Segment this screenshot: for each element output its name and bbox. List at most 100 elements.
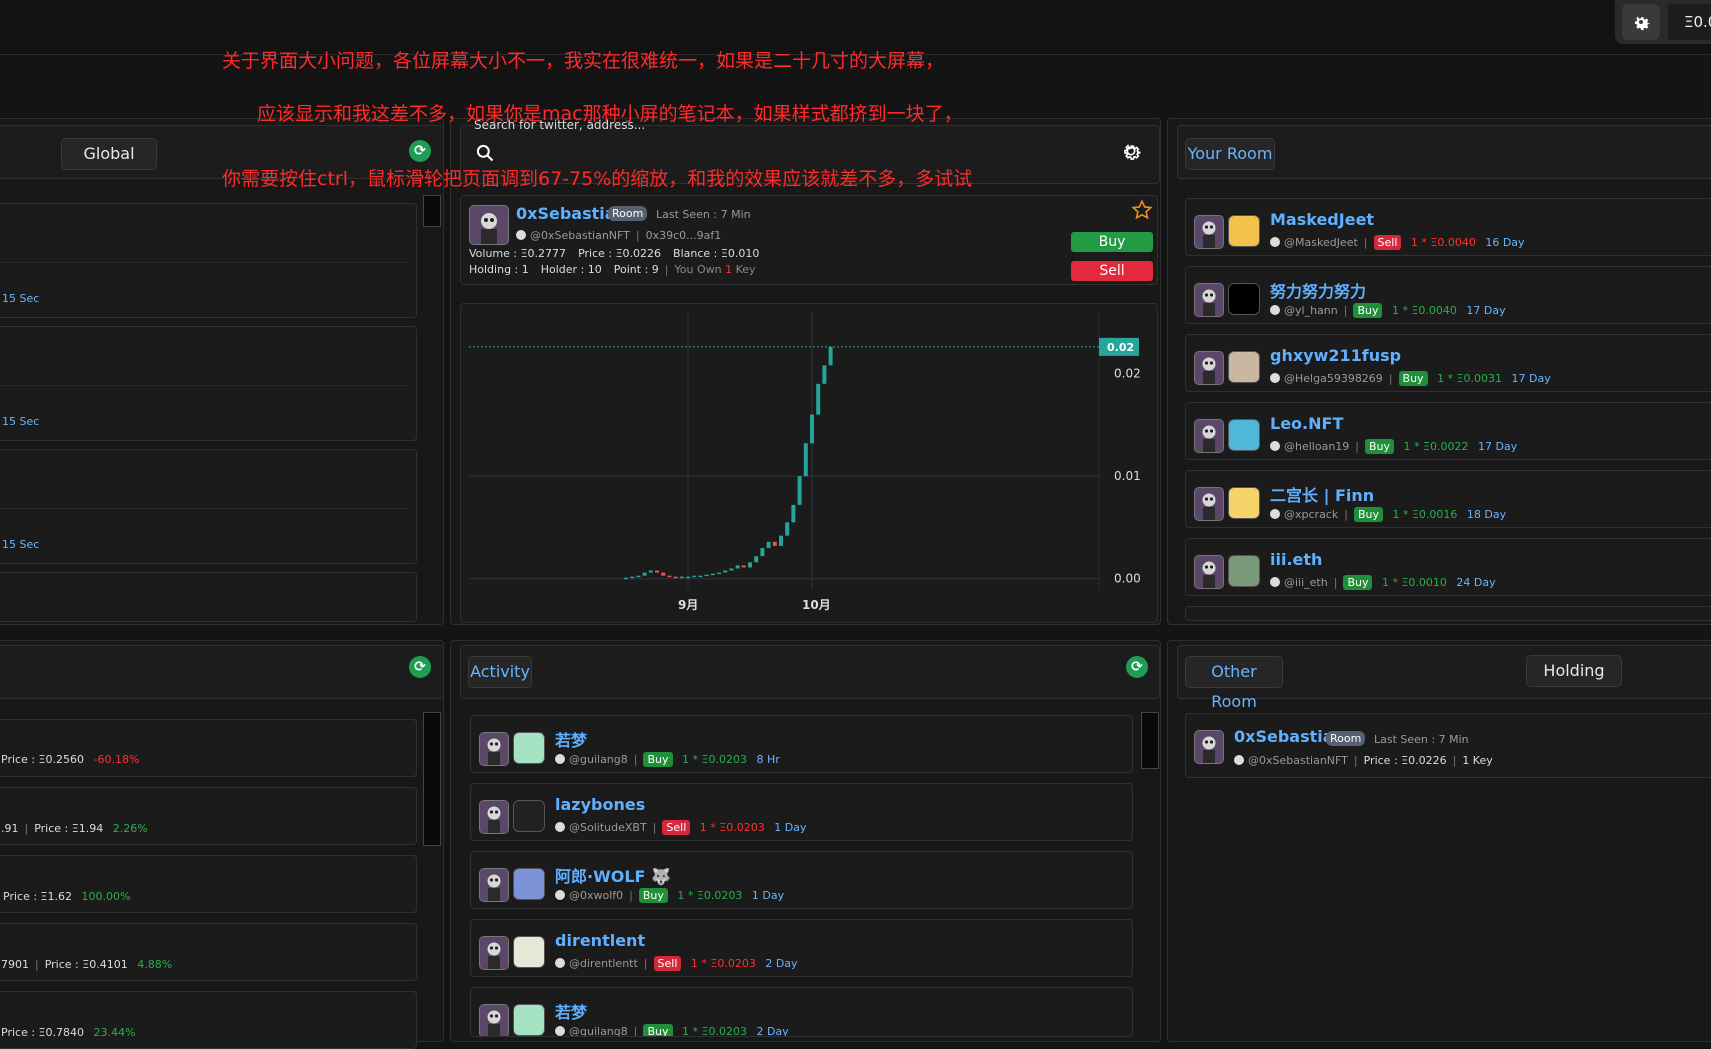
trade-side-badge: Buy xyxy=(643,752,673,767)
refresh-icon[interactable]: ⟳ xyxy=(409,140,431,162)
room-badge: Room xyxy=(1326,731,1366,746)
search-settings-button[interactable] xyxy=(1120,140,1142,166)
list-item[interactable]: 阿郎·WOLF 🐺 @0xwolf0 | Buy 1 * Ξ0.0203 1 Day xyxy=(470,851,1133,909)
user-name[interactable]: 二宫长 | Finn xyxy=(1270,482,1374,506)
list-item[interactable] xyxy=(0,326,417,441)
divider xyxy=(0,262,408,263)
user-name[interactable]: 努力努力努力 xyxy=(1270,278,1366,302)
candle xyxy=(648,570,653,573)
avatar xyxy=(1194,215,1224,249)
row-change: 4.88% xyxy=(137,958,173,971)
list-item[interactable]: 若梦 @guilang8 | Buy 1 * Ξ0.0203 8 Hr xyxy=(470,715,1133,773)
list-item[interactable]: .91 | Price : Ξ1.94 2.26% xyxy=(0,787,417,845)
center-bottom-panel xyxy=(450,640,1161,1042)
list-item[interactable]: bronzehand | xyxy=(1185,606,1711,621)
trade-side-badge: Buy xyxy=(643,1024,673,1036)
user-name[interactable]: 若梦 xyxy=(555,999,587,1023)
candle xyxy=(661,572,666,576)
candle xyxy=(679,576,684,579)
tab-global[interactable]: Global xyxy=(61,138,157,170)
scrollbar[interactable] xyxy=(423,712,441,846)
list-item[interactable]: Price : Ξ0.2560 -60.18% xyxy=(0,719,417,777)
y-tick-label: 0.00 xyxy=(1114,572,1141,586)
candle xyxy=(723,570,728,573)
profile-holding: Holding : 1 xyxy=(469,263,529,276)
user-handle: @0xwolf0 xyxy=(569,889,624,902)
profile-handle[interactable]: @0xSebastianNFT xyxy=(530,229,630,242)
trade-amount: 1 * Ξ0.0203 xyxy=(690,957,756,970)
list-item[interactable]: 二宫长 | Finn @xpcrack | Buy 1 * Ξ0.0016 18 D… xyxy=(1185,470,1711,528)
user-name[interactable]: MaskedJeet xyxy=(1270,210,1374,229)
user-avatar xyxy=(1228,555,1260,587)
candle xyxy=(748,562,752,568)
twitter-icon xyxy=(555,822,565,832)
room-badge: Room xyxy=(608,206,648,221)
scrollbar[interactable] xyxy=(1141,712,1159,769)
list-item[interactable]: Price : Ξ1.62 100.00% xyxy=(0,855,417,913)
row-change: 23.44% xyxy=(93,1026,136,1039)
user-handle: @direntlentt xyxy=(569,957,638,970)
twitter-icon xyxy=(555,890,565,900)
notice-line-2: 应该显示和我这差不多，如果你是mac那种小屏的笔记本，如果样式都挤到一块了， xyxy=(257,103,963,125)
candle xyxy=(828,346,833,366)
refresh-icon[interactable]: ⟳ xyxy=(1126,656,1148,678)
user-name[interactable]: 若梦 xyxy=(555,727,587,751)
scrollbar[interactable] xyxy=(423,195,441,227)
user-avatar xyxy=(1228,283,1260,315)
user-name[interactable]: iii.eth xyxy=(1270,550,1322,569)
avatar xyxy=(479,732,509,766)
user-avatar xyxy=(513,1004,545,1036)
trade-side-badge: Sell xyxy=(662,820,691,835)
list-item[interactable] xyxy=(0,572,417,622)
tab-other-room[interactable]: Other Room xyxy=(1185,656,1283,711)
divider xyxy=(0,385,408,386)
user-handle: @guilang8 xyxy=(569,753,628,766)
row-change: 2.26% xyxy=(112,822,148,835)
settings-button[interactable] xyxy=(1622,4,1660,40)
tab-your-room[interactable]: Your Room xyxy=(1185,138,1275,170)
you-own-label: You Own xyxy=(674,263,722,276)
buy-button[interactable]: Buy xyxy=(1071,232,1153,252)
list-item[interactable]: 若梦 @guilang8 | Buy 1 * Ξ0.0203 2 Day xyxy=(470,987,1133,1037)
list-item[interactable]: lazybones @SolitudeXBT | Sell 1 * Ξ0.0203 … xyxy=(470,783,1133,841)
trade-side-badge: Buy xyxy=(1365,439,1395,454)
list-item[interactable]: Price : Ξ0.7840 23.44% xyxy=(0,991,417,1049)
user-handle: @iii_eth xyxy=(1284,576,1328,589)
list-item[interactable]: MaskedJeet @MaskedJeet | Sell 1 * Ξ0.0040 … xyxy=(1185,198,1711,256)
trade-amount: 1 * Ξ0.0031 xyxy=(1437,372,1502,385)
user-name[interactable]: Leo.NFT xyxy=(1270,414,1343,433)
list-item[interactable]: 努力努力努力 @yl_hann | Buy 1 * Ξ0.0040 17 Day xyxy=(1185,266,1711,324)
list-item[interactable]: Leo.NFT @helloan19 | Buy 1 * Ξ0.0022 17 Da… xyxy=(1185,402,1711,460)
row-prefix: 7901 xyxy=(1,958,29,971)
user-name[interactable]: ghxyw211fusp xyxy=(1270,346,1401,365)
user-name[interactable]: bronzehand xyxy=(1270,618,1377,620)
avatar[interactable] xyxy=(469,205,509,245)
candle xyxy=(729,568,734,571)
candle xyxy=(686,576,690,579)
twitter-icon xyxy=(1270,305,1280,315)
list-item[interactable] xyxy=(0,449,417,564)
user-name[interactable]: lazybones xyxy=(555,795,645,814)
user-name[interactable]: 阿郎·WOLF 🐺 xyxy=(555,863,671,887)
row-prefix: .91 xyxy=(1,822,19,835)
sell-button[interactable]: Sell xyxy=(1071,261,1153,281)
holding-button[interactable]: Holding xyxy=(1526,655,1622,687)
list-item[interactable]: iii.eth @iii_eth | Buy 1 * Ξ0.0010 24 Day xyxy=(1185,538,1711,596)
tab-activity[interactable]: Activity xyxy=(468,656,532,688)
candle xyxy=(772,541,777,546)
price-chart[interactable]: 0.02 0.01 0.00 9月 10月 0.02 xyxy=(461,304,1159,624)
divider xyxy=(0,508,408,509)
twitter-icon xyxy=(555,1026,565,1036)
trade-amount: 1 * Ξ0.0016 xyxy=(1392,508,1458,521)
user-name[interactable]: direntlent xyxy=(555,931,645,950)
star-icon[interactable] xyxy=(1131,199,1153,225)
refresh-icon[interactable]: ⟳ xyxy=(409,656,431,678)
list-item[interactable] xyxy=(0,203,417,318)
profile-address[interactable]: 0x39c0...9af1 xyxy=(646,229,722,242)
list-item[interactable]: ghxyw211fusp @Helga59398269 | Buy 1 * Ξ0.0… xyxy=(1185,334,1711,392)
room-owner-keys: 1 Key xyxy=(1462,754,1493,767)
wallet-balance[interactable]: Ξ0.0 xyxy=(1668,4,1711,40)
list-item[interactable]: 7901 | Price : Ξ0.4101 4.88% xyxy=(0,923,417,981)
other-room-item[interactable]: 0xSebastian Room Last Seen : 7 Min @0xSe… xyxy=(1185,713,1711,778)
list-item[interactable]: direntlent @direntlentt | Sell 1 * Ξ0.0203… xyxy=(470,919,1133,977)
